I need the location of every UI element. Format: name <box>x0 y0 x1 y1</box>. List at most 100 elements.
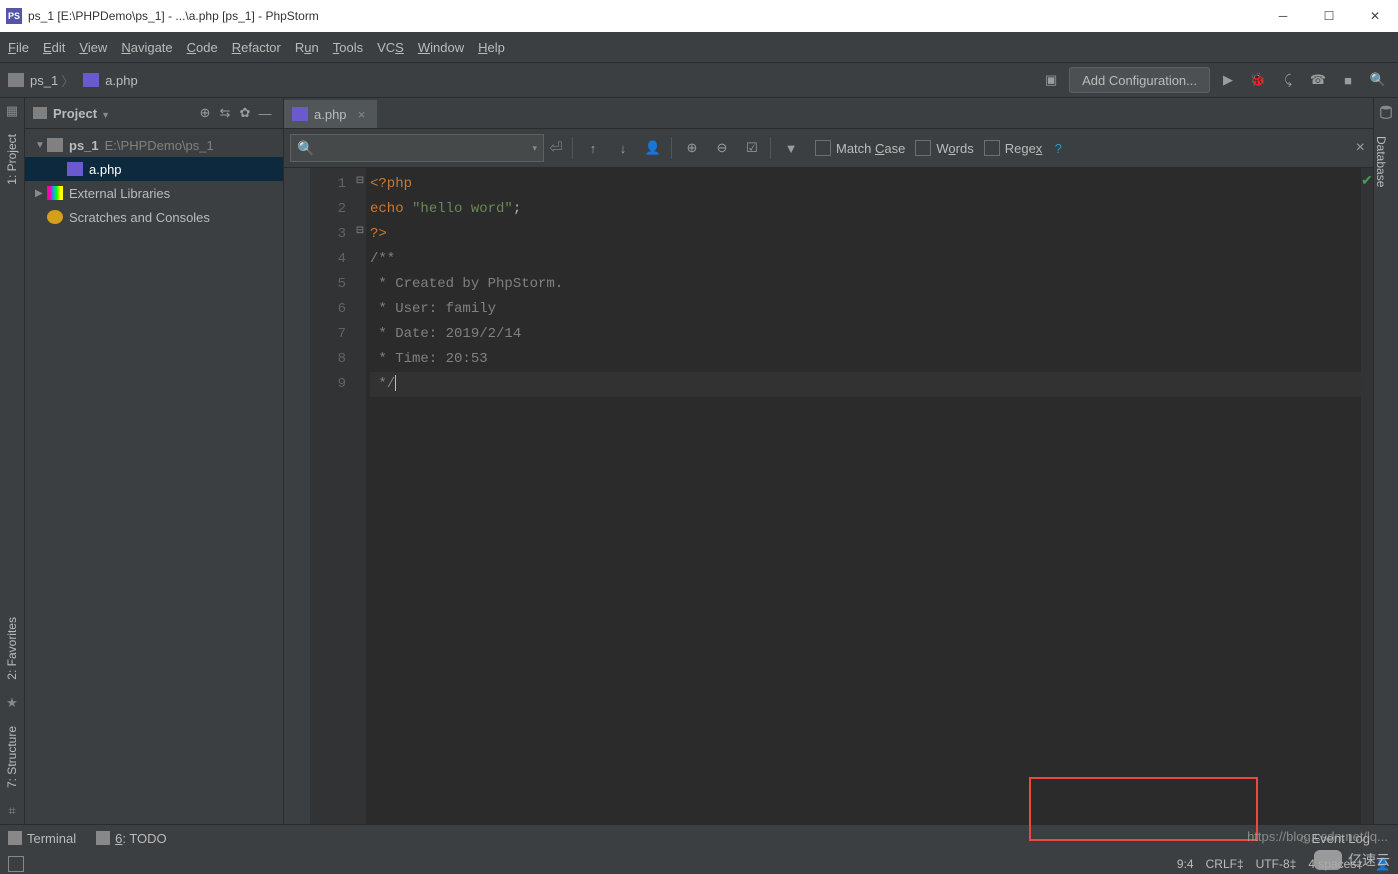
analysis-ok-icon: ✔ <box>1361 172 1373 189</box>
project-panel-title[interactable]: Project▼ <box>53 106 195 121</box>
minimize-button[interactable]: ─ <box>1260 0 1306 32</box>
inspection-indicator[interactable]: 👤 <box>1375 857 1390 871</box>
terminal-tool-button[interactable]: Terminal <box>8 831 76 846</box>
menubar: File Edit View Navigate Code Refactor Ru… <box>0 32 1398 63</box>
prev-match-button[interactable]: ↑ <box>579 135 607 161</box>
match-case-checkbox[interactable]: Match Case <box>815 140 905 156</box>
select-all-occ-button[interactable]: ☑ <box>738 135 766 161</box>
tree-file-selected[interactable]: a.php <box>25 157 283 181</box>
settings-icon[interactable]: ✿ <box>235 105 255 121</box>
regex-checkbox[interactable]: Regex <box>984 140 1043 156</box>
folder-icon <box>33 107 47 119</box>
menu-help[interactable]: Help <box>478 40 505 55</box>
help-icon[interactable]: ? <box>1044 135 1072 161</box>
menu-file[interactable]: File <box>8 40 29 55</box>
menu-navigate[interactable]: Navigate <box>121 40 172 55</box>
window-titlebar: PS ps_1 [E:\PHPDemo\ps_1] - ...\a.php [p… <box>0 0 1398 32</box>
close-tab-icon[interactable]: × <box>355 107 369 122</box>
hide-panel-icon[interactable]: — <box>255 106 275 121</box>
maximize-button[interactable]: ☐ <box>1306 0 1352 32</box>
search-everywhere-icon[interactable]: 🔍 <box>1366 68 1390 92</box>
database-icon[interactable] <box>1379 104 1393 120</box>
window-title: ps_1 [E:\PHPDemo\ps_1] - ...\a.php [ps_1… <box>28 9 1260 23</box>
filter-icon[interactable]: ▼ <box>777 135 805 161</box>
line-number-gutter[interactable]: 123456789 <box>310 168 354 824</box>
code-editor[interactable]: <?php echo "hello word"; ?> /** * Create… <box>366 168 1361 824</box>
crumb-file: a.php <box>105 73 138 88</box>
right-tool-strip: Database <box>1373 98 1398 824</box>
crumb-project: ps_1 <box>30 73 58 88</box>
file-encoding[interactable]: UTF-8 ‡ <box>1256 857 1297 871</box>
select-all-button[interactable]: 👤 <box>639 135 667 161</box>
menu-tools[interactable]: Tools <box>333 40 363 55</box>
debug-button[interactable]: 🐞 <box>1246 68 1270 92</box>
menu-edit[interactable]: Edit <box>43 40 65 55</box>
status-bar: 9:4 CRLF ‡ UTF-8 ‡ 4 spaces ‡ 👤 <box>0 851 1398 874</box>
terminal-icon <box>8 831 22 845</box>
search-history-dropdown[interactable]: ▾ <box>532 143 537 154</box>
main-area: ▦ 1: Project 2: Favorites ★ 7: Structure… <box>0 98 1398 824</box>
menu-refactor[interactable]: Refactor <box>232 40 281 55</box>
stop-button[interactable]: ■ <box>1336 68 1360 92</box>
run-button[interactable]: ▶ <box>1216 68 1240 92</box>
project-panel-header: Project▼ ⊕ ⇆ ✿ — <box>25 98 283 129</box>
add-configuration-button[interactable]: Add Configuration... <box>1069 67 1210 93</box>
tree-scratches[interactable]: Scratches and Consoles <box>25 205 283 229</box>
project-panel: Project▼ ⊕ ⇆ ✿ — ▼ ps_1 E:\PHPDemo\ps_1 … <box>25 98 284 824</box>
tree-root[interactable]: ▼ ps_1 E:\PHPDemo\ps_1 <box>25 133 283 157</box>
search-icon: 🔍 <box>297 140 314 157</box>
folder-icon <box>47 138 63 152</box>
find-input[interactable]: 🔍 ▾ <box>290 134 544 162</box>
add-selection-button[interactable]: ⊕ <box>678 135 706 161</box>
menu-window[interactable]: Window <box>418 40 464 55</box>
scratch-icon <box>47 210 63 224</box>
menu-code[interactable]: Code <box>187 40 218 55</box>
sidebar-tab-database[interactable]: Database <box>1374 126 1388 197</box>
event-log-button[interactable]: ◌Event Log <box>1300 831 1370 846</box>
find-bar: 🔍 ▾ ⏎ ↑ ↓ 👤 ⊕ ⊖ ☑ ▼ Match Case Words Reg… <box>284 129 1373 168</box>
editor-tabs: a.php × <box>284 98 1373 129</box>
close-button[interactable]: ✕ <box>1352 0 1398 32</box>
bottom-tool-strip: Terminal 6: TODO ◌Event Log <box>0 824 1398 851</box>
enter-hint-icon: ⏎ <box>544 138 568 158</box>
sidebar-tab-structure[interactable]: 7: Structure <box>5 716 19 798</box>
words-checkbox[interactable]: Words <box>915 140 973 156</box>
caret-position[interactable]: 9:4 <box>1177 857 1194 871</box>
menu-view[interactable]: View <box>79 40 107 55</box>
structure-icon: ⌗ <box>5 804 19 818</box>
status-icon[interactable] <box>8 856 24 872</box>
run-target-icon[interactable]: ▣ <box>1039 68 1063 92</box>
breadcrumb[interactable]: ps_1 〉 a.php <box>8 71 138 90</box>
next-match-button[interactable]: ↓ <box>609 135 637 161</box>
menu-run[interactable]: Run <box>295 40 319 55</box>
remove-selection-button[interactable]: ⊖ <box>708 135 736 161</box>
todo-tool-button[interactable]: 6: TODO <box>96 831 167 846</box>
locate-icon[interactable]: ⊕ <box>195 105 215 121</box>
expand-icon[interactable]: ⇆ <box>215 105 235 121</box>
php-file-icon <box>83 73 99 87</box>
coverage-button[interactable]: ⤹ <box>1276 68 1300 92</box>
inspection-gutter[interactable]: ✔ <box>1361 168 1373 824</box>
breakpoint-strip[interactable] <box>284 168 310 824</box>
sidebar-tab-favorites[interactable]: 2: Favorites <box>5 607 19 690</box>
project-tree: ▼ ps_1 E:\PHPDemo\ps_1 a.php ▶ External … <box>25 129 283 824</box>
tree-external-libraries[interactable]: ▶ External Libraries <box>25 181 283 205</box>
menu-vcs[interactable]: VCS <box>377 40 404 55</box>
indent-setting[interactable]: 4 spaces ‡ <box>1308 857 1363 871</box>
text-cursor <box>395 375 396 391</box>
close-findbar-icon[interactable]: × <box>1356 139 1365 157</box>
tab-label: a.php <box>314 107 347 122</box>
breadcrumb-separator: 〉 <box>61 71 74 90</box>
editor-tab-active[interactable]: a.php × <box>284 100 377 128</box>
sidebar-tab-project[interactable]: 1: Project <box>5 124 19 195</box>
folder-icon <box>8 73 24 87</box>
listen-debug-button[interactable]: ☎ <box>1306 68 1330 92</box>
php-file-icon <box>67 162 83 176</box>
php-file-icon <box>292 107 308 121</box>
left-tool-strip: ▦ 1: Project 2: Favorites ★ 7: Structure… <box>0 98 25 824</box>
line-separator[interactable]: CRLF ‡ <box>1206 857 1244 871</box>
navigation-bar: ps_1 〉 a.php ▣ Add Configuration... ▶ 🐞 … <box>0 63 1398 98</box>
fold-gutter[interactable]: ⊟⊟ <box>354 168 366 824</box>
project-tool-icon[interactable]: ▦ <box>5 104 19 118</box>
todo-icon <box>96 831 110 845</box>
